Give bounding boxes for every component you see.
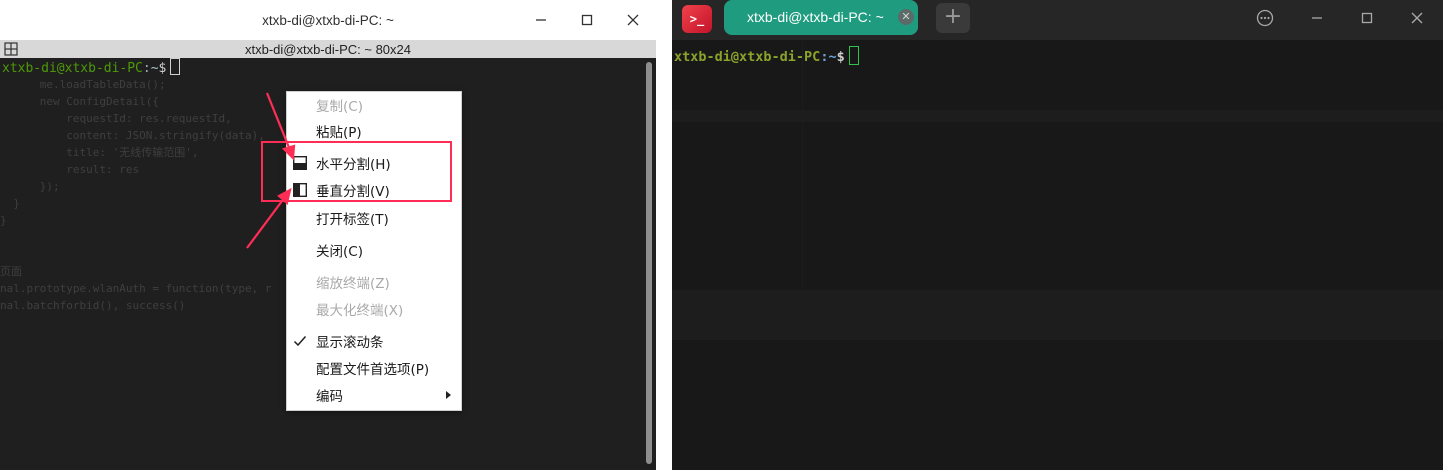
prompt-separator: : [142, 61, 151, 76]
text-cursor [170, 58, 181, 75]
menu-item-label: 编码 [316, 389, 343, 405]
maximize-icon [1361, 12, 1373, 24]
close-button[interactable] [1392, 0, 1442, 36]
background-text-line: nal.prototype.wlanAuth = function(type, … [0, 282, 272, 295]
new-tab-button[interactable]: + [936, 3, 970, 33]
background-ghost [672, 290, 1443, 340]
background-text-line: title: '无线传输范围', [0, 146, 199, 159]
maximize-button[interactable] [1342, 0, 1392, 36]
left-titlebar[interactable]: xtxb-di@xtxb-di-PC: ~ [0, 0, 656, 41]
minimize-button[interactable] [1292, 0, 1342, 36]
menu-item-1[interactable]: 粘贴(P) [287, 119, 461, 143]
menu-item-label: 缩放终端(Z) [316, 276, 390, 292]
checkmark-icon [293, 336, 307, 347]
minimize-button[interactable] [518, 0, 564, 40]
window-controls [518, 0, 656, 40]
menu-item-6: 缩放终端(Z) [287, 270, 461, 294]
deepin-terminal-window: >_ xtxb-di@xtxb-di-PC: ~ ✕ + xtxb-di@xtx… [672, 0, 1443, 470]
menu-item-label: 最大化终端(X) [316, 303, 404, 319]
menu-item-5[interactable]: 关闭(C) [287, 238, 461, 262]
background-text-line [0, 246, 272, 263]
text-cursor [848, 46, 859, 65]
terminal-size-label: xtxb-di@xtxb-di-PC: ~ 80x24 [244, 41, 411, 57]
menu-item-label: 显示滚动条 [316, 335, 384, 351]
prompt-path: ~ [150, 61, 159, 76]
background-ghost [802, 40, 803, 290]
prompt-path: ~ [828, 49, 837, 65]
context-menu: 复制(C) 粘贴(P) 水平分割(H) 垂直分割(V) 打开标签(T) 关闭(C) 缩放终端… [286, 91, 462, 411]
grid-icon[interactable] [4, 42, 18, 56]
menu-item-4[interactable]: 打开标签(T) [287, 206, 461, 230]
menu-separator [287, 235, 461, 236]
menu-item-label: 粘贴(P) [316, 125, 362, 141]
menu-item-9[interactable]: 配置文件首选项(P) [287, 356, 461, 380]
prompt-dollar: $ [836, 49, 845, 65]
scrollbar-thumb[interactable] [646, 62, 652, 464]
more-options-icon [1256, 9, 1274, 27]
background-text-line: nal.batchforbid(), success() [0, 299, 186, 312]
close-button[interactable] [610, 0, 656, 40]
menu-item-7: 最大化终端(X) [287, 297, 461, 321]
annotation-highlight-box [261, 141, 452, 202]
maximize-button[interactable] [564, 0, 610, 40]
window-title: xtxb-di@xtxb-di-PC: ~ [262, 12, 394, 28]
background-text-line: } [0, 214, 7, 227]
background-text-line: content: JSON.stringify(data), [0, 129, 265, 142]
background-text-line: }); [0, 180, 60, 193]
background-ghost [672, 110, 1443, 122]
prompt-user: xtxb-di@xtxb-di-PC [2, 61, 143, 76]
tab-close-icon[interactable]: ✕ [898, 9, 914, 25]
menu-item-label: 复制(C) [316, 99, 363, 115]
terminal-app-icon[interactable]: >_ [682, 5, 712, 33]
menu-separator [287, 326, 461, 327]
menu-button[interactable] [1240, 0, 1290, 36]
background-text-line: 页面 [0, 265, 22, 278]
shell-prompt: xtxb-di@xtxb-di-PC:~$ [2, 58, 181, 77]
terminal-area[interactable]: xtxb-di@xtxb-di-PC:~$ [672, 40, 1443, 470]
background-text-line: requestId: res.requestId, [0, 112, 232, 125]
minimize-icon [1312, 17, 1322, 19]
right-titlebar[interactable]: >_ xtxb-di@xtxb-di-PC: ~ ✕ + [672, 0, 1443, 40]
tab-active[interactable]: xtxb-di@xtxb-di-PC: ~ ✕ [724, 0, 918, 35]
terminal-header[interactable]: xtxb-di@xtxb-di-PC: ~ 80x24 [0, 40, 656, 58]
background-text-line [0, 229, 272, 246]
menu-item-label: 配置文件首选项(P) [316, 362, 430, 378]
minimize-icon [536, 19, 546, 21]
menu-item-0: 复制(C) [287, 93, 461, 117]
shell-prompt: xtxb-di@xtxb-di-PC:~$ [674, 46, 859, 65]
menu-item-label: 关闭(C) [316, 244, 363, 260]
tab-label: xtxb-di@xtxb-di-PC: ~ [747, 9, 884, 25]
close-icon [627, 14, 639, 26]
background-text: me.loadTableData(); new ConfigDetail({ r… [0, 76, 272, 314]
background-text-line: new ConfigDetail({ [0, 95, 159, 108]
submenu-arrow-icon [446, 391, 451, 399]
background-text-line: result: res [0, 163, 140, 176]
menu-separator [287, 267, 461, 268]
prompt-dollar: $ [158, 61, 167, 76]
menu-item-label: 打开标签(T) [316, 212, 389, 228]
background-text-line: me.loadTableData(); [0, 78, 166, 91]
background-text-line: } [0, 197, 20, 210]
menu-item-10[interactable]: 编码 [287, 383, 461, 407]
close-icon [1411, 12, 1423, 24]
maximize-icon [581, 14, 593, 26]
scrollbar[interactable] [642, 58, 656, 470]
prompt-user: xtxb-di@xtxb-di-PC [674, 49, 821, 65]
menu-item-8[interactable]: 显示滚动条 [287, 329, 461, 353]
